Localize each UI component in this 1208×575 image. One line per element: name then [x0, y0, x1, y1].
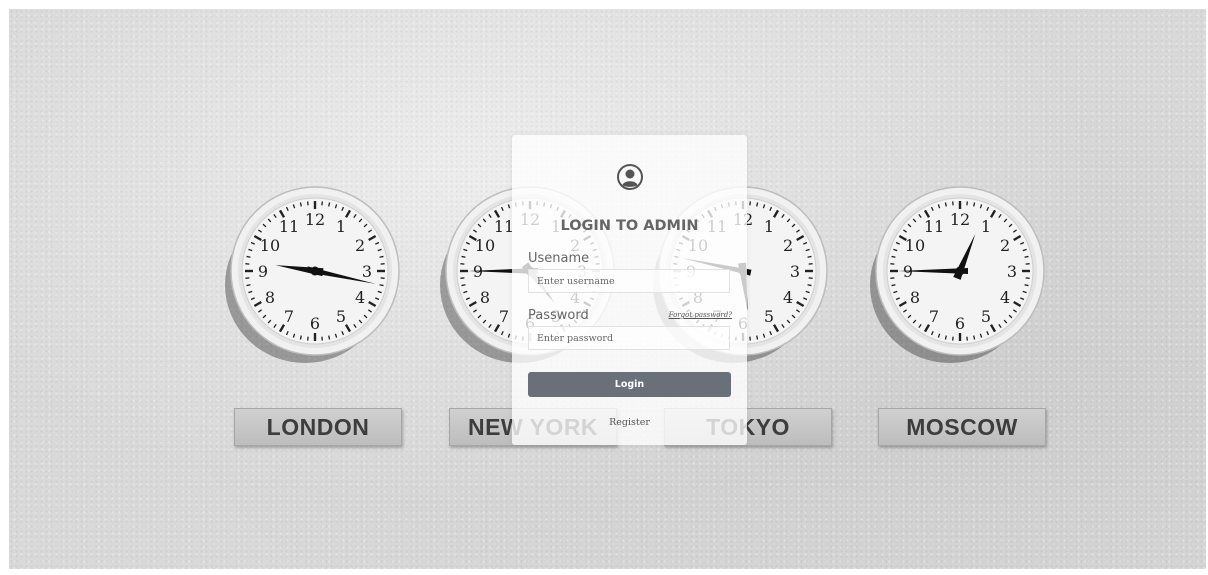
clock-numeral: 4 [1000, 288, 1010, 307]
clock-tick [891, 255, 896, 258]
forgot-password-link[interactable]: Forgot password? [669, 311, 732, 319]
clock-center-pin [310, 266, 320, 276]
clock-moscow: 1 2 3 4 5 6 7 8 9 10 11 12 [860, 171, 1060, 371]
clock-tick [299, 335, 302, 340]
clock-numeral: 5 [336, 307, 346, 326]
clock-numeral: 11 [279, 217, 299, 236]
username-label: Usename [528, 251, 590, 266]
password-input[interactable] [528, 326, 730, 350]
city-plate-moscow: MOSCOW [878, 408, 1046, 446]
clock-numeral: 10 [905, 236, 925, 255]
clock-numeral: 6 [955, 314, 965, 333]
clock-tick [1024, 255, 1029, 258]
clock-tick [944, 335, 947, 340]
clock-tick [973, 335, 976, 340]
clock-tick [328, 202, 331, 207]
username-input[interactable] [528, 269, 730, 293]
clock-tick [891, 284, 896, 287]
clock-tick [379, 284, 384, 287]
clock-numeral: 10 [475, 236, 495, 255]
city-plate-london: LONDON [234, 408, 402, 446]
clock-tick [246, 255, 251, 258]
clock-tick [944, 202, 947, 207]
clock-numeral: 3 [790, 262, 800, 281]
login-button[interactable]: Login [528, 372, 731, 397]
clock-numeral: 12 [950, 210, 970, 229]
clock-tick [807, 255, 812, 258]
login-title: LOGIN TO ADMIN [560, 218, 699, 234]
clock-numeral: 2 [355, 236, 365, 255]
clock-tick [461, 284, 466, 287]
clock-tick [807, 284, 812, 287]
clock-numeral: 1 [764, 217, 774, 236]
clock-numeral: 6 [310, 314, 320, 333]
clock-numeral: 5 [764, 307, 774, 326]
clock-tick [461, 255, 466, 258]
clock-tick [973, 202, 976, 207]
clock-numeral: 12 [305, 210, 325, 229]
clock-center-pin [955, 266, 965, 276]
password-label: Password [528, 308, 589, 323]
clock-tick [1024, 284, 1029, 287]
clock-tick [756, 202, 759, 207]
clock-numeral: 10 [260, 236, 280, 255]
clock-numeral: 3 [1007, 262, 1017, 281]
clock-numeral: 8 [265, 288, 275, 307]
clock-numeral: 7 [499, 307, 509, 326]
clock-numeral: 1 [336, 217, 346, 236]
clock-numeral: 11 [924, 217, 944, 236]
clock-tick [756, 335, 759, 340]
clock-tick [246, 284, 251, 287]
clock-tick [379, 255, 384, 258]
clock-london: 1 2 3 4 5 6 7 8 9 10 11 12 [215, 171, 415, 371]
clock-numeral: 8 [910, 288, 920, 307]
clock-numeral: 1 [981, 217, 991, 236]
user-circle-icon [617, 164, 643, 190]
clock-numeral: 9 [258, 262, 268, 281]
clock-numeral: 3 [362, 262, 372, 281]
clock-tick [328, 335, 331, 340]
clock-tick [299, 202, 302, 207]
clock-numeral: 5 [981, 307, 991, 326]
clock-numeral: 4 [355, 288, 365, 307]
clock-numeral: 7 [284, 307, 294, 326]
login-card: LOGIN TO ADMIN Usename Password Forgot p… [512, 135, 747, 445]
clock-numeral: 2 [1000, 236, 1010, 255]
clock-numeral: 8 [480, 288, 490, 307]
clock-numeral: 4 [783, 288, 793, 307]
clock-numeral: 7 [929, 307, 939, 326]
clock-numeral: 2 [783, 236, 793, 255]
register-link[interactable]: Register [512, 417, 747, 428]
